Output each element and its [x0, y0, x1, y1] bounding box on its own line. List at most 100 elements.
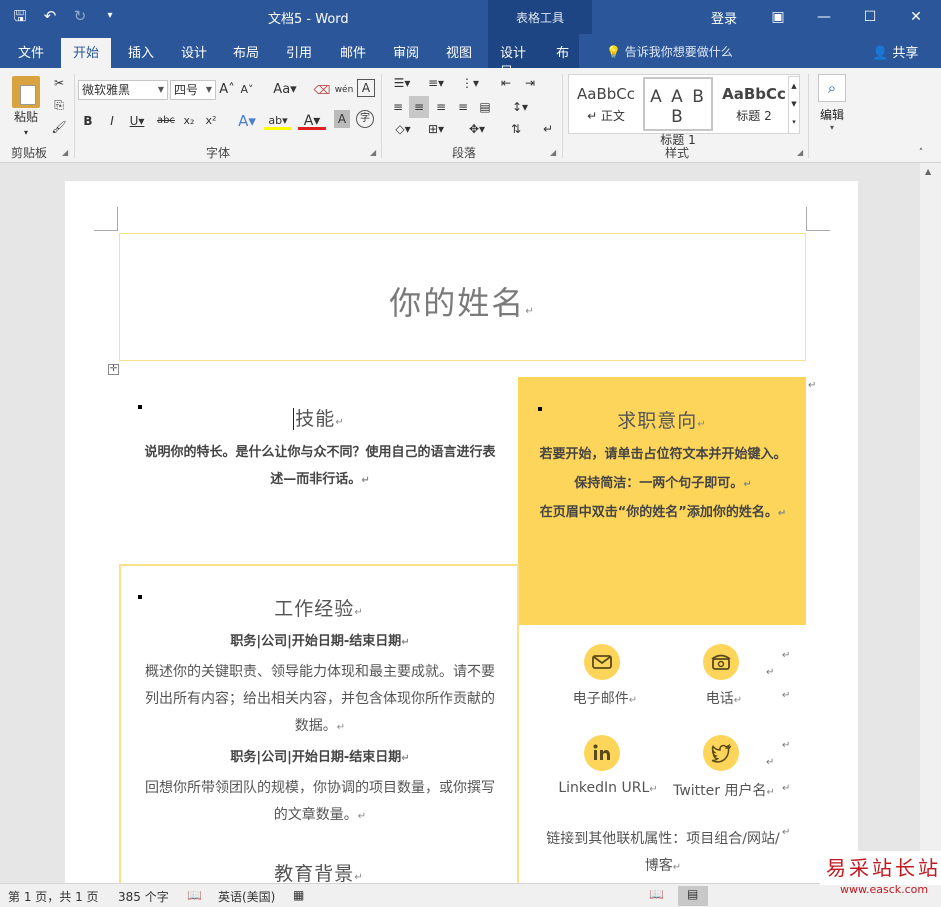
share-button[interactable]: 👤 共享: [872, 42, 918, 61]
print-layout-icon[interactable]: ▤: [678, 886, 708, 906]
highlight-icon[interactable]: ab▾: [264, 110, 292, 130]
justify-icon[interactable]: ≡: [453, 96, 473, 118]
job-2-header[interactable]: 职务|公司|开始日期-结束日期↵: [140, 744, 500, 772]
style-heading-1[interactable]: A A B B 标题 1: [643, 77, 713, 147]
align-left-icon[interactable]: ≡: [388, 96, 408, 118]
header-name-box[interactable]: 你的姓名↵: [119, 233, 806, 361]
ribbon-display-icon[interactable]: ▣: [755, 2, 801, 32]
tab-insert[interactable]: 插入: [128, 42, 154, 61]
objective-heading[interactable]: 求职意向↵: [518, 406, 806, 433]
cut-icon[interactable]: ✂: [50, 72, 68, 94]
language-indicator[interactable]: 英语(美国): [218, 888, 275, 905]
edit-button[interactable]: ⌕ 编辑 ▾: [814, 74, 850, 132]
copy-icon[interactable]: ⎘: [50, 94, 68, 116]
tab-file[interactable]: 文件: [18, 42, 44, 61]
multilevel-list-icon[interactable]: ⋮▾: [455, 72, 485, 94]
chinese-layout-icon[interactable]: ✥▾: [462, 118, 492, 140]
maximize-icon[interactable]: ☐: [847, 2, 893, 32]
align-right-icon[interactable]: ≡: [431, 96, 451, 118]
job-2-description[interactable]: 回想你所带领团队的规模，你协调的项目数量，或你撰写的文章数量。↵: [144, 775, 496, 830]
close-icon[interactable]: ✕: [893, 2, 939, 32]
style-normal[interactable]: AaBbCc ↵ 正文: [571, 77, 641, 131]
job-1-description[interactable]: 概述你的关键职责、领导能力体现和最主要成就。请不要列出所有内容；给出相关内容，并…: [144, 659, 496, 741]
font-launcher-icon[interactable]: ◢: [370, 148, 376, 157]
font-size-select[interactable]: 四号 ▼: [170, 80, 216, 100]
proofing-icon[interactable]: 📖: [187, 888, 202, 902]
format-painter-icon[interactable]: 🖌: [50, 116, 68, 138]
tab-layout[interactable]: 布局: [233, 42, 259, 61]
macro-record-icon[interactable]: ▦: [293, 888, 304, 902]
enclose-character-icon[interactable]: 字: [356, 110, 374, 128]
login-button[interactable]: 登录: [711, 8, 737, 27]
table-move-handle-icon[interactable]: ✛: [108, 364, 119, 375]
tab-view[interactable]: 视图: [446, 42, 472, 61]
subscript-icon[interactable]: x₂: [180, 110, 198, 132]
other-links-field[interactable]: 链接到其他联机属性：项目组合/网站/博客↵: [540, 826, 786, 881]
increase-indent-icon[interactable]: ⇥: [520, 72, 540, 94]
word-count[interactable]: 385 个字: [118, 888, 169, 905]
skills-heading[interactable]: 技能↵: [119, 404, 519, 431]
styles-scroll[interactable]: ▲ ▼ ▾: [788, 76, 800, 134]
page-count[interactable]: 第 1 页，共 1 页: [8, 888, 99, 905]
tab-review[interactable]: 审阅: [393, 42, 419, 61]
tab-references[interactable]: 引用: [286, 42, 312, 61]
superscript-icon[interactable]: x²: [202, 110, 220, 132]
align-center-icon[interactable]: ≡: [409, 96, 429, 118]
borders-icon[interactable]: ⊞▾: [421, 118, 451, 140]
collapse-ribbon-icon[interactable]: ˄: [914, 142, 928, 164]
numbering-icon[interactable]: ≡▾: [421, 72, 451, 94]
shading-icon[interactable]: ◇▾: [388, 118, 418, 140]
distributed-icon[interactable]: ▤: [475, 96, 495, 118]
redo-icon[interactable]: ↻: [68, 4, 92, 28]
font-name-select[interactable]: 微软雅黑 ▼: [78, 80, 168, 100]
tab-mailings[interactable]: 邮件: [340, 42, 366, 61]
objective-text-2[interactable]: 在页眉中双击“你的姓名”添加你的姓名。↵: [538, 499, 788, 527]
style-heading-2[interactable]: AaBbCc 标题 2: [715, 77, 793, 131]
change-case-icon[interactable]: Aa▾: [270, 79, 300, 101]
undo-icon[interactable]: ↶: [38, 4, 62, 28]
paragraph-launcher-icon[interactable]: ◢: [550, 148, 556, 157]
bullets-icon[interactable]: ☰▾: [388, 72, 416, 94]
skills-description[interactable]: 说明你的特长。是什么让你与众不同？使用自己的语言进行表述—而非行话。↵: [140, 439, 500, 494]
linkedin-field[interactable]: LinkedIn URL↵: [552, 780, 664, 796]
shrink-font-icon[interactable]: A˅: [238, 79, 256, 101]
sort-icon[interactable]: ⇅: [506, 118, 526, 140]
character-shading-icon[interactable]: A: [334, 110, 350, 128]
font-color-icon[interactable]: A▾: [298, 110, 326, 130]
line-spacing-icon[interactable]: ↕▾: [505, 96, 535, 118]
strikethrough-icon[interactable]: abc: [156, 110, 176, 132]
tab-design[interactable]: 设计: [181, 42, 207, 61]
vertical-scrollbar[interactable]: ▲: [920, 163, 941, 883]
phone-field[interactable]: 电话↵: [696, 688, 752, 708]
underline-icon[interactable]: U▾: [125, 110, 149, 132]
tab-table-design[interactable]: 设计: [500, 46, 526, 61]
education-heading[interactable]: 教育背景↵: [119, 859, 519, 886]
clear-format-icon[interactable]: ⌫: [312, 79, 332, 101]
twitter-field[interactable]: Twitter 用户名↵: [668, 780, 780, 800]
show-marks-icon[interactable]: ↵: [538, 118, 558, 140]
character-border-icon[interactable]: A: [357, 79, 375, 97]
phonetic-guide-icon[interactable]: wén: [334, 79, 354, 101]
share-label: 共享: [892, 46, 919, 61]
save-icon[interactable]: 🖫: [8, 4, 32, 28]
styles-launcher-icon[interactable]: ◢: [797, 148, 803, 157]
job1-body: 概述你的关键职责、领导能力体现和最主要成就。请不要列出所有内容；给出相关内容，并…: [145, 664, 495, 734]
tab-home[interactable]: 开始: [61, 38, 112, 68]
paste-dropdown-icon[interactable]: ▾: [20, 122, 32, 144]
customize-qat-icon[interactable]: ▾: [98, 4, 122, 28]
decrease-indent-icon[interactable]: ⇤: [496, 72, 516, 94]
read-mode-icon[interactable]: 📖: [641, 886, 671, 906]
job-1-header[interactable]: 职务|公司|开始日期-结束日期↵: [140, 628, 500, 656]
paste-icon[interactable]: [12, 76, 40, 108]
bold-icon[interactable]: B: [80, 110, 96, 132]
objective-text-1[interactable]: 若要开始，请单击占位符文本并开始键入。保持简洁：一两个句子即可。↵: [538, 440, 788, 499]
text-effects-icon[interactable]: A▾: [234, 110, 260, 132]
grow-font-icon[interactable]: A˄: [218, 79, 236, 101]
clipboard-launcher-icon[interactable]: ◢: [62, 148, 68, 157]
scroll-up-icon[interactable]: ▲: [925, 167, 931, 176]
italic-icon[interactable]: I: [104, 110, 120, 132]
tell-me-search[interactable]: 💡 告诉我你想要做什么: [606, 43, 733, 60]
minimize-icon[interactable]: —: [801, 2, 847, 32]
email-field[interactable]: 电子邮件↵: [560, 688, 650, 708]
experience-heading[interactable]: 工作经验↵: [119, 594, 519, 621]
